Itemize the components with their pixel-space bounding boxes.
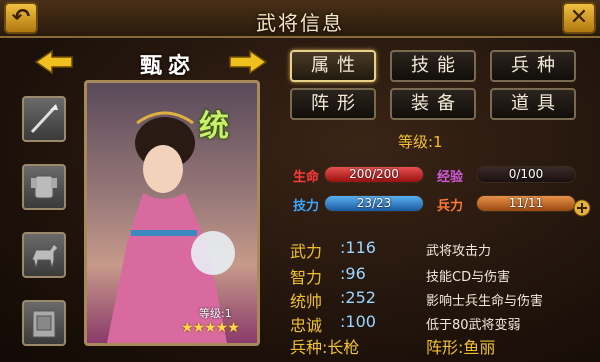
tab-formation[interactable]: 阵形 <box>290 88 376 120</box>
general-portrait-image <box>107 111 235 343</box>
spear-icon <box>30 104 58 134</box>
general-info-screen: ↶ 武将信息 ✕ 甄宓 统 等级:1 ★★★★★ 属性 技能 兵种 阵形 装备 … <box>0 0 600 362</box>
formation: 阵形:鱼丽 <box>426 338 496 357</box>
armor-slot[interactable] <box>22 164 66 210</box>
exp-label: 经验 <box>437 170 464 185</box>
armor-icon <box>31 175 57 199</box>
weapon-slot[interactable] <box>22 96 66 142</box>
unit-type-badge: 统 <box>199 109 229 144</box>
book-icon <box>32 310 56 338</box>
card-level: 等级:1 <box>199 307 232 320</box>
horse-icon <box>31 243 59 269</box>
attr-value-loyalty: :100 <box>340 312 376 331</box>
star-rating: ★★★★★ <box>181 320 240 336</box>
attr-desc-loyalty: 低于80武将变弱 <box>426 318 521 333</box>
troops-label: 兵力 <box>437 199 464 214</box>
book-slot[interactable] <box>22 300 66 346</box>
troop-type: 兵种:长枪 <box>290 338 360 357</box>
close-icon: ✕ <box>569 5 589 30</box>
tab-items[interactable]: 道具 <box>490 88 576 120</box>
close-button[interactable]: ✕ <box>562 2 596 34</box>
hp-bar: 200/200 <box>324 166 424 183</box>
tab-equipment[interactable]: 装备 <box>390 88 476 120</box>
tab-troops[interactable]: 兵种 <box>490 50 576 82</box>
attr-desc-intelligence: 技能CD与伤害 <box>426 270 511 285</box>
attr-name-strength: 武力 <box>290 242 323 261</box>
horse-slot[interactable] <box>22 232 66 278</box>
window-title: 武将信息 <box>256 11 344 35</box>
attr-value-strength: :116 <box>340 238 376 257</box>
general-level: 等级:1 <box>398 133 443 151</box>
add-troops-icon[interactable] <box>572 198 592 218</box>
tab-attributes[interactable]: 属性 <box>290 50 376 82</box>
attr-name-loyalty: 忠诚 <box>290 316 323 335</box>
attr-desc-leadership: 影响士兵生命与伤害 <box>426 294 544 309</box>
exp-bar: 0/100 <box>476 166 576 183</box>
attr-desc-strength: 武将攻击力 <box>426 244 492 259</box>
troops-bar: 11/11 <box>476 195 576 212</box>
next-general-arrow-icon[interactable] <box>228 50 268 74</box>
skill-points-label: 技力 <box>293 199 320 214</box>
attr-value-intelligence: :96 <box>340 264 366 283</box>
attr-value-leadership: :252 <box>340 288 376 307</box>
prev-general-arrow-icon[interactable] <box>34 50 74 74</box>
tab-skills[interactable]: 技能 <box>390 50 476 82</box>
general-portrait-card: 统 等级:1 ★★★★★ <box>84 80 260 346</box>
general-name: 甄宓 <box>139 54 196 79</box>
attr-name-intelligence: 智力 <box>290 268 323 287</box>
title-bar: ↶ 武将信息 ✕ <box>0 0 600 38</box>
attr-name-leadership: 统帅 <box>290 292 323 311</box>
hp-label: 生命 <box>293 170 320 185</box>
skill-points-bar: 23/23 <box>324 195 424 212</box>
